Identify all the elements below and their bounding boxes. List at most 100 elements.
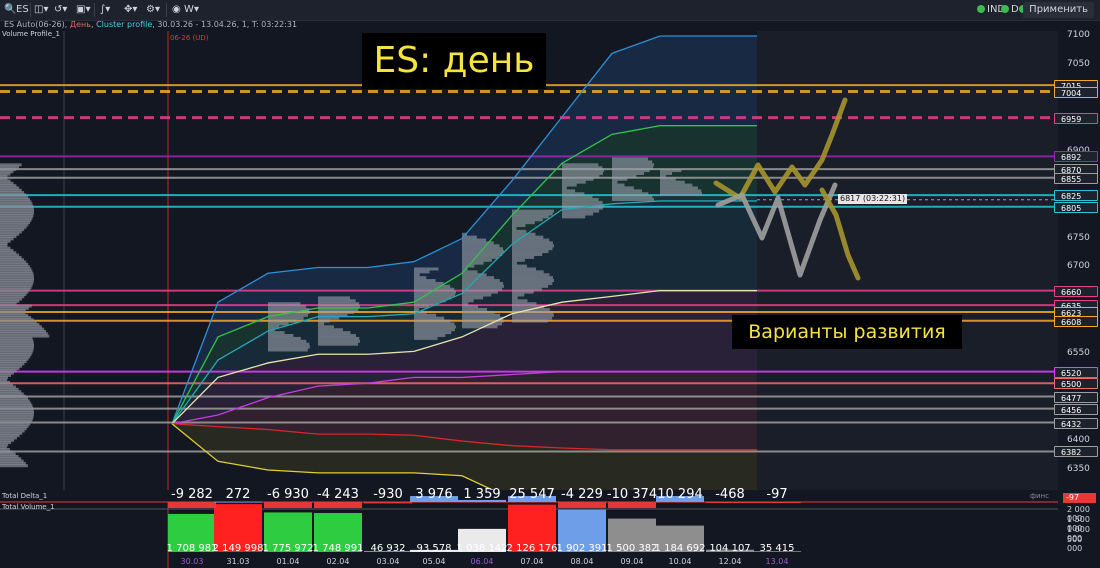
cluster-profile-bar	[462, 325, 498, 329]
cluster-profile-bar	[512, 229, 527, 233]
cluster-profile-bar	[268, 339, 307, 343]
cluster-profile-bar	[462, 279, 500, 283]
cluster-profile-bar	[462, 302, 469, 306]
cluster-profile-bar	[512, 224, 526, 228]
delta-right-label: финс	[1030, 492, 1049, 500]
delta-bar-4	[364, 502, 412, 504]
refresh-icon[interactable]: ↺▾	[54, 2, 67, 18]
variants-annotation[interactable]: Варианты развития	[732, 315, 962, 349]
eye-icon[interactable]: ◉	[172, 2, 181, 18]
cluster-profile-bar	[268, 316, 304, 320]
cluster-profile-bar	[512, 287, 542, 291]
cluster-profile-bar	[562, 195, 593, 199]
indicator-d[interactable]: D	[1001, 2, 1019, 18]
cluster-profile-bar	[414, 290, 456, 294]
chart-type-icon[interactable]: ∫▾	[100, 2, 110, 18]
delta-panel-label: Total Delta_1	[2, 492, 48, 500]
search-icon[interactable]: 🔍	[4, 2, 16, 18]
cluster-profile-bar	[562, 171, 603, 175]
cluster-profile-bar	[612, 166, 654, 170]
cluster-profile-bar	[318, 334, 357, 338]
price-tick-6400: 6400	[1067, 435, 1090, 446]
price-tick-6700: 6700	[1067, 261, 1090, 272]
cluster-profile-bar	[562, 186, 567, 190]
volume-value-12: 35 415	[759, 543, 795, 554]
cluster-profile-bar	[512, 319, 548, 323]
cluster-profile-bar	[612, 183, 625, 187]
date-label-08.04: 08.04	[570, 557, 594, 566]
level-label-6855: 6855	[1054, 172, 1098, 184]
toolbar-divider	[166, 3, 167, 17]
level-label-6608: 6608	[1054, 315, 1098, 327]
cluster-profile-bar	[318, 331, 351, 335]
interval-selector[interactable]: W	[184, 2, 194, 18]
cluster-profile-bar	[462, 255, 499, 259]
crosshair-icon[interactable]: ✥▾	[124, 2, 137, 18]
cluster-profile-bar	[318, 322, 325, 326]
chart-type-label: Cluster profile	[96, 20, 153, 29]
cluster-profile-bar	[660, 169, 682, 173]
cluster-profile-bar	[512, 273, 550, 277]
cluster-profile-bar	[512, 296, 518, 300]
cluster-profile-bar	[612, 157, 648, 161]
cluster-profile-bar	[414, 313, 437, 317]
settings-icon[interactable]: ⚙▾	[146, 2, 160, 18]
volume-axis-tick: 500 000	[1067, 535, 1083, 553]
cluster-profile-bar	[414, 270, 430, 274]
cluster-profile-bar	[414, 273, 420, 277]
cluster-profile-bar	[562, 198, 599, 202]
cluster-profile-bar	[512, 276, 554, 280]
level-label-6959: 6959	[1054, 112, 1098, 124]
chart-title-annotation[interactable]: ES: день	[362, 33, 546, 89]
cluster-profile-bar	[268, 305, 307, 309]
cluster-profile-bar	[268, 348, 308, 352]
apply-button[interactable]: Применить	[1023, 2, 1094, 18]
delta-bar-2	[264, 502, 312, 508]
cluster-profile-bar	[612, 195, 653, 199]
cluster-profile-bar	[512, 232, 536, 236]
cluster-profile-bar	[512, 261, 518, 265]
cluster-profile-bar	[612, 180, 618, 184]
timeframe-label: День	[69, 20, 91, 29]
cluster-profile-bar	[512, 258, 525, 262]
cluster-profile-bar	[318, 325, 334, 329]
cluster-profile-bar	[562, 183, 577, 187]
cluster-profile-bar	[612, 192, 649, 196]
cluster-profile-bar	[414, 322, 455, 326]
delta-bar-12	[753, 502, 801, 503]
chevron-down-icon[interactable]: ▾	[194, 2, 199, 18]
cluster-profile-bar	[512, 253, 543, 256]
cluster-profile-bar	[268, 345, 310, 349]
cluster-profile-bar	[268, 342, 310, 346]
cluster-profile-bar	[414, 319, 451, 323]
cluster-profile-bar	[512, 313, 554, 317]
level-label-6382: 6382	[1054, 446, 1098, 458]
cluster-profile-bar	[414, 307, 420, 311]
cluster-profile-bar	[414, 281, 444, 285]
delta-bar-8	[558, 502, 606, 508]
date-label-06.04: 06.04	[470, 557, 494, 566]
cluster-profile-bar	[512, 293, 525, 297]
cluster-profile-bar	[462, 310, 495, 314]
cluster-profile-bar	[462, 261, 484, 265]
date-range: 30.03.26 - 13.04.26	[157, 20, 237, 29]
symbol-selector[interactable]: ES	[16, 2, 29, 18]
cluster-profile-bar	[512, 241, 553, 245]
cluster-profile-bar	[512, 247, 553, 251]
cluster-profile-bar	[462, 250, 504, 254]
cluster-profile-bar	[660, 174, 666, 178]
status-dot-icon	[977, 5, 985, 13]
cluster-profile-bar	[268, 331, 285, 335]
page-icon[interactable]: ◫▾	[34, 2, 48, 18]
calendar-icon[interactable]: ▣▾	[76, 2, 90, 18]
cluster-profile-bar	[414, 293, 456, 297]
level-label-6825: 6825	[1054, 190, 1098, 202]
cluster-profile-bar	[414, 284, 451, 288]
cluster-profile-bar	[512, 226, 517, 230]
cluster-profile-bar	[512, 250, 549, 254]
cluster-profile-bar	[462, 313, 501, 317]
cluster-profile-bar	[318, 342, 358, 346]
volume-profile-label: Volume Profile_1	[2, 30, 60, 38]
cluster-profile-bar	[462, 305, 479, 309]
cluster-profile-bar	[660, 186, 698, 190]
